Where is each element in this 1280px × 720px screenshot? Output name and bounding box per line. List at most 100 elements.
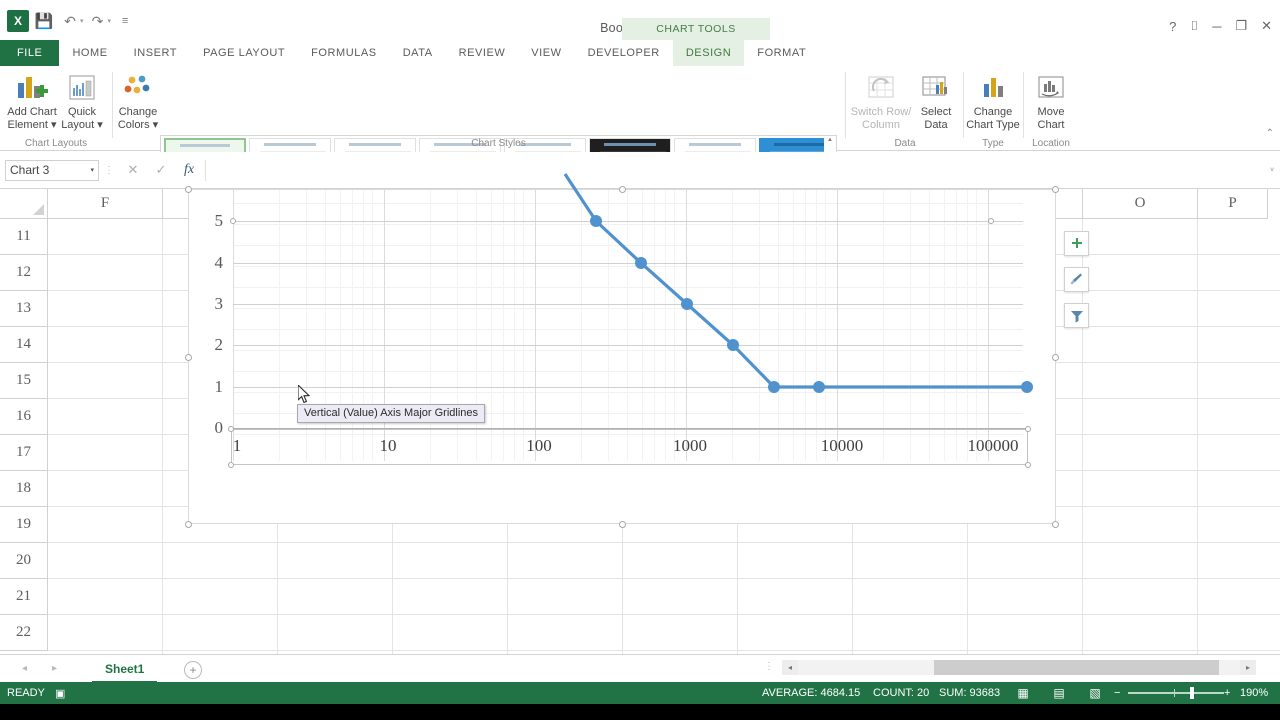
status-sum: SUM: 93683 bbox=[939, 687, 1001, 699]
chart-object[interactable]: 5 4 3 2 1 0 1 10 100 1000 10000 100000 bbox=[185, 173, 1059, 528]
ribbon: Add Chart Element ▾ Quick Layout ▾ Chart… bbox=[0, 66, 1280, 195]
chart-handle-bottom-left[interactable] bbox=[185, 521, 192, 528]
tab-formulas[interactable]: FORMULAS bbox=[298, 40, 390, 66]
chart-styles-button[interactable] bbox=[1064, 267, 1089, 292]
chart-handle-middle-right[interactable] bbox=[1052, 354, 1059, 361]
row-header-15[interactable]: 15 bbox=[0, 363, 48, 399]
add-chart-element-icon bbox=[2, 70, 62, 106]
tab-insert[interactable]: INSERT bbox=[121, 40, 190, 66]
insert-function-icon[interactable]: fx bbox=[175, 160, 203, 181]
add-chart-element-label-2: Element ▾ bbox=[7, 119, 57, 131]
column-header-O[interactable]: O bbox=[1083, 189, 1198, 219]
tab-data[interactable]: DATA bbox=[390, 40, 446, 66]
collapse-ribbon-icon[interactable]: ⌃ bbox=[1266, 128, 1274, 139]
row-header-22[interactable]: 22 bbox=[0, 615, 48, 651]
tab-developer[interactable]: DEVELOPER bbox=[575, 40, 673, 66]
tab-file[interactable]: FILE bbox=[0, 40, 60, 66]
x-axis-handle-tr[interactable] bbox=[1025, 426, 1031, 432]
record-macro-icon[interactable]: ▣ bbox=[55, 687, 65, 700]
tab-view[interactable]: VIEW bbox=[518, 40, 574, 66]
sheet-tab-sheet1[interactable]: Sheet1 bbox=[92, 657, 158, 683]
hscroll-right-icon[interactable]: ▸ bbox=[1240, 660, 1256, 675]
chart-handle-top-right[interactable] bbox=[1052, 186, 1059, 193]
row-header-12[interactable]: 12 bbox=[0, 255, 48, 291]
tab-review[interactable]: REVIEW bbox=[446, 40, 519, 66]
cancel-entry-icon[interactable]: ✕ bbox=[119, 160, 147, 181]
tab-format[interactable]: FORMAT bbox=[744, 40, 819, 66]
change-chart-type-button[interactable]: Change Chart Type bbox=[963, 70, 1023, 132]
sheet-nav-next-icon[interactable]: ▸ bbox=[52, 663, 57, 674]
view-page-layout-icon[interactable]: ▤ bbox=[1048, 684, 1070, 702]
move-chart-button[interactable]: Move Chart bbox=[1023, 70, 1079, 132]
zoom-in-button[interactable]: + bbox=[1224, 687, 1230, 699]
hscroll-thumb[interactable] bbox=[934, 660, 1219, 675]
plus-icon bbox=[1071, 237, 1082, 248]
zoom-slider-knob[interactable] bbox=[1190, 687, 1194, 699]
row-header-21[interactable]: 21 bbox=[0, 579, 48, 615]
zoom-out-button[interactable]: − bbox=[1114, 687, 1120, 699]
x-axis-handle-bl[interactable] bbox=[228, 462, 234, 468]
tab-page-layout[interactable]: PAGE LAYOUT bbox=[190, 40, 298, 66]
confirm-entry-icon[interactable]: ✓ bbox=[147, 160, 175, 181]
group-label-chart-styles: Chart Styles bbox=[471, 138, 526, 149]
y-axis-tick-5: 5 bbox=[214, 211, 224, 230]
add-chart-element-button[interactable]: Add Chart Element ▾ bbox=[2, 70, 62, 132]
row-header-13[interactable]: 13 bbox=[0, 291, 48, 327]
chart-handle-bottom-center[interactable] bbox=[619, 521, 626, 528]
move-chart-label-1: Move bbox=[1037, 106, 1065, 118]
column-header-P[interactable]: P bbox=[1198, 189, 1268, 219]
switch-row-column-label-1: Switch Row/ bbox=[850, 106, 912, 118]
view-normal-icon[interactable]: ▦ bbox=[1012, 684, 1034, 702]
tab-home[interactable]: HOME bbox=[59, 40, 120, 66]
split-handle[interactable]: ⋮ bbox=[764, 661, 774, 672]
window-controls[interactable]: ? ⌷ ─ ❐ ✕ bbox=[1169, 18, 1272, 34]
row-header-17[interactable]: 17 bbox=[0, 435, 48, 471]
expand-formula-bar-icon[interactable]: ˅ bbox=[1264, 167, 1280, 174]
formula-input[interactable] bbox=[205, 159, 1264, 181]
help-icon[interactable]: ? bbox=[1169, 19, 1176, 34]
x-axis-handle-br[interactable] bbox=[1025, 462, 1031, 468]
ribbon-tabs[interactable]: FILE HOME INSERT PAGE LAYOUT FORMULAS DA… bbox=[0, 40, 1280, 66]
chart-handle-bottom-right[interactable] bbox=[1052, 521, 1059, 528]
change-colors-label-1: Change bbox=[118, 106, 158, 118]
hscroll-left-icon[interactable]: ◂ bbox=[782, 660, 798, 675]
chart-filters-button[interactable] bbox=[1064, 303, 1089, 328]
x-axis-selection-frame[interactable] bbox=[231, 429, 1028, 465]
x-axis-handle-tl[interactable] bbox=[228, 426, 234, 432]
zoom-level-label[interactable]: 190% bbox=[1240, 687, 1268, 699]
restore-icon[interactable]: ❐ bbox=[1235, 18, 1247, 34]
column-header-F[interactable]: F bbox=[48, 189, 163, 219]
y-axis-tick-4: 4 bbox=[214, 253, 224, 272]
sheet-nav-prev-icon[interactable]: ◂ bbox=[22, 663, 27, 674]
minimize-icon[interactable]: ─ bbox=[1212, 19, 1221, 34]
formula-bar-grip[interactable]: ⋮ bbox=[99, 165, 119, 176]
add-chart-element-label-1: Add Chart bbox=[7, 106, 57, 118]
row-header-20[interactable]: 20 bbox=[0, 543, 48, 579]
ribbon-display-options-icon[interactable]: ⌷ bbox=[1190, 18, 1198, 34]
close-icon[interactable]: ✕ bbox=[1261, 18, 1272, 34]
row-header-18[interactable]: 18 bbox=[0, 471, 48, 507]
row-header-19[interactable]: 19 bbox=[0, 507, 48, 543]
zoom-slider[interactable] bbox=[1128, 687, 1224, 699]
horizontal-scrollbar[interactable]: ◂ ▸ bbox=[782, 660, 1256, 675]
y-axis-tick-2: 2 bbox=[214, 335, 224, 354]
add-sheet-button[interactable]: + bbox=[184, 661, 202, 679]
change-colors-button[interactable]: Change Colors ▾ bbox=[110, 70, 166, 132]
quick-layout-button[interactable]: Quick Layout ▾ bbox=[54, 70, 110, 132]
row-header-14[interactable]: 14 bbox=[0, 327, 48, 363]
name-box-dropdown-icon[interactable]: ▾ bbox=[90, 166, 94, 174]
name-box-value: Chart 3 bbox=[10, 163, 50, 177]
chart-handle-middle-left[interactable] bbox=[185, 354, 192, 361]
name-box[interactable]: Chart 3 ▾ bbox=[5, 159, 99, 181]
chart-elements-button[interactable] bbox=[1064, 231, 1089, 256]
row-header-11[interactable]: 11 bbox=[0, 219, 48, 255]
chart-handle-top-left[interactable] bbox=[185, 186, 192, 193]
view-page-break-icon[interactable]: ▧ bbox=[1084, 684, 1106, 702]
row-header-16[interactable]: 16 bbox=[0, 399, 48, 435]
mouse-cursor bbox=[297, 383, 312, 405]
select-data-button[interactable]: Select Data bbox=[910, 70, 962, 132]
tab-design[interactable]: DESIGN bbox=[672, 40, 745, 66]
formula-bar: Chart 3 ▾ ⋮ ✕ ✓ fx ˅ bbox=[0, 152, 1280, 189]
select-all-corner[interactable] bbox=[0, 189, 48, 219]
group-label-type: Type bbox=[982, 138, 1004, 149]
